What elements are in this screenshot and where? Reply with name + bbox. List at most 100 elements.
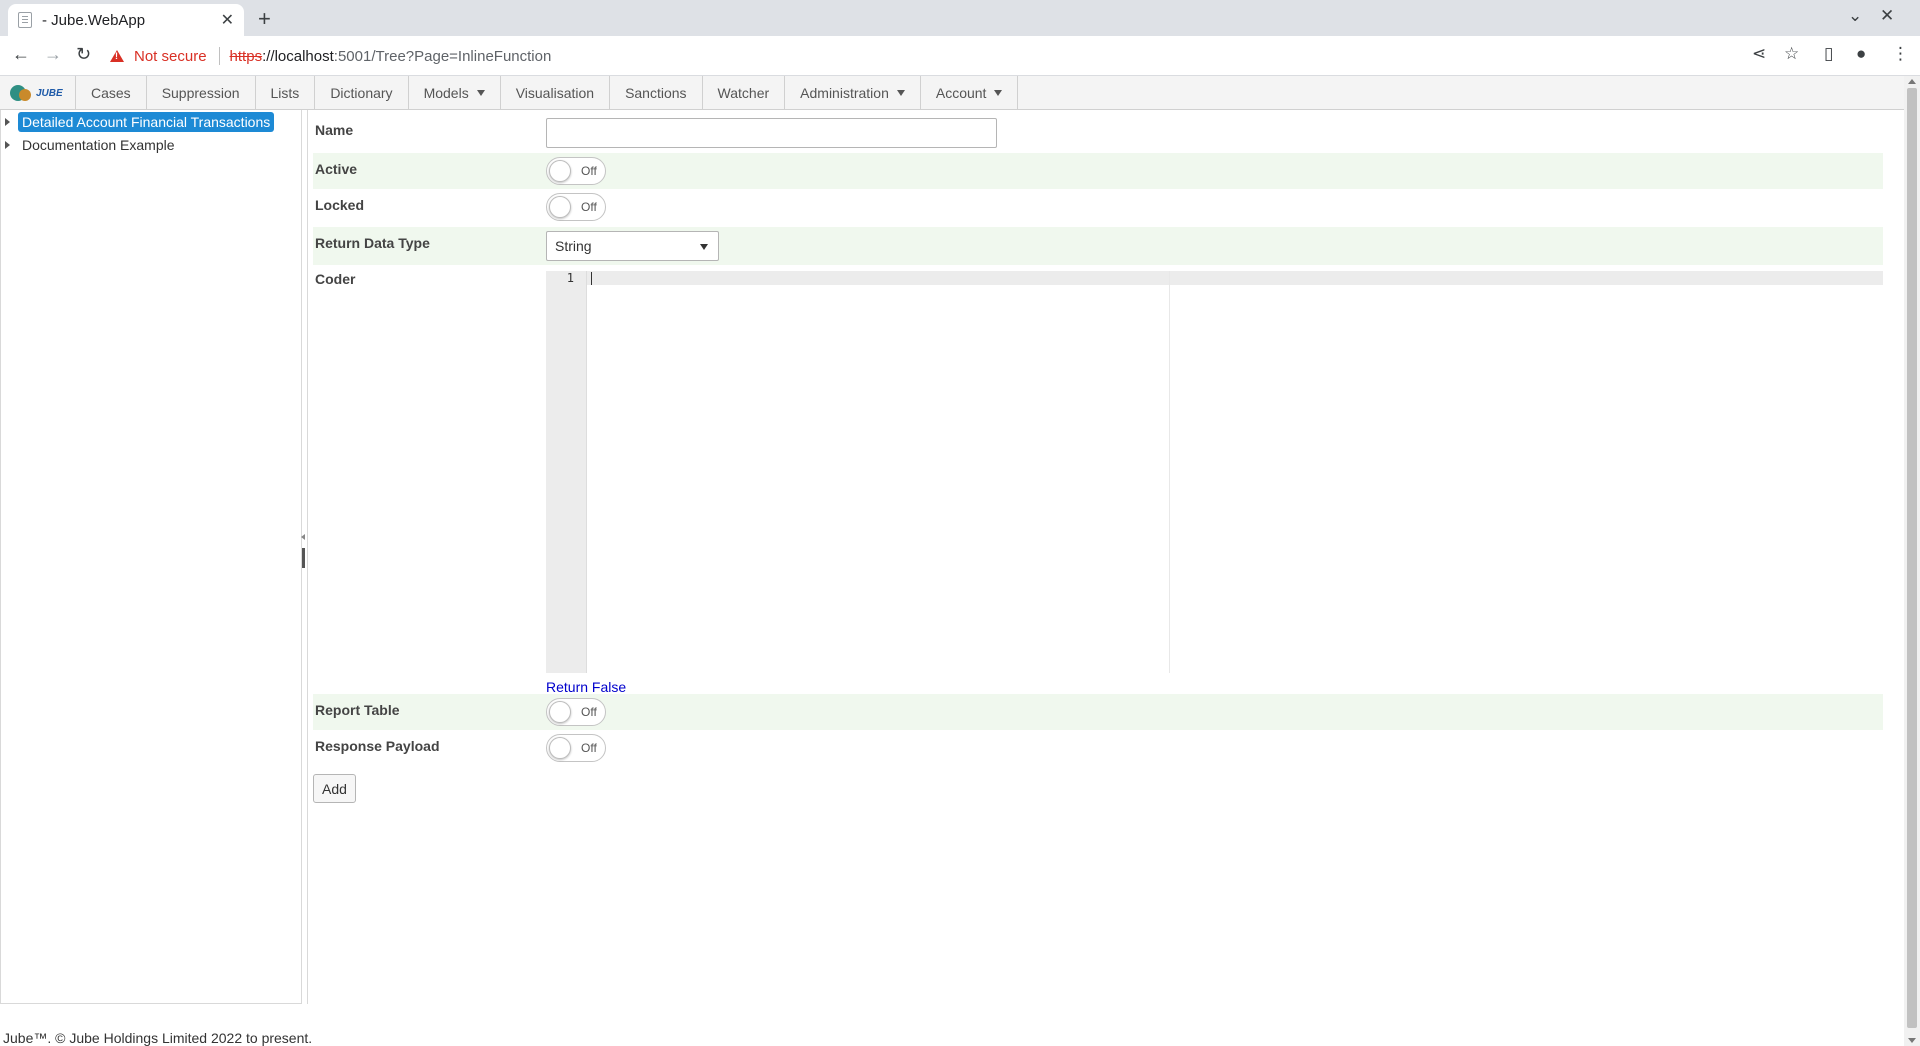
active-line-highlight: [587, 271, 1883, 285]
scrollbar-thumb[interactable]: [1907, 88, 1917, 1028]
active-row: Active Off: [313, 153, 1883, 189]
forward-arrow-icon[interactable]: →: [44, 44, 62, 65]
jube-logo-wordmark: JUBE: [36, 87, 63, 99]
nav-cases-label: Cases: [91, 85, 131, 101]
profile-avatar-icon[interactable]: ●: [1856, 44, 1866, 64]
collapse-arrow-icon[interactable]: [301, 534, 305, 540]
active-label: Active: [315, 161, 358, 177]
scroll-up-arrow-icon[interactable]: [1908, 79, 1916, 84]
omnibox-divider: [218, 47, 220, 65]
new-tab-icon[interactable]: +: [258, 6, 271, 32]
url-scheme: https: [229, 47, 263, 65]
close-tab-icon[interactable]: ✕: [221, 10, 234, 30]
bookmark-star-icon[interactable]: ☆: [1784, 44, 1799, 64]
nav-dictionary[interactable]: Dictionary: [315, 76, 409, 110]
nav-administration[interactable]: Administration: [785, 76, 921, 110]
nav-lists-label: Lists: [270, 85, 300, 101]
side-panel-icon[interactable]: ▯: [1824, 44, 1833, 64]
active-toggle[interactable]: Off: [546, 157, 606, 185]
nav-suppression[interactable]: Suppression: [147, 76, 256, 110]
return-type-value: String: [555, 238, 592, 254]
back-arrow-icon[interactable]: ←: [12, 44, 30, 65]
report-table-toggle[interactable]: Off: [546, 698, 606, 726]
toggle-state: Off: [581, 200, 597, 214]
report-table-label: Report Table: [315, 702, 400, 718]
toggle-knob: [549, 160, 571, 182]
window-close-icon[interactable]: ✕: [1880, 6, 1894, 26]
nav-visualisation[interactable]: Visualisation: [501, 76, 611, 110]
toggle-knob: [549, 737, 571, 759]
response-payload-row: Response Payload Off: [313, 730, 1883, 766]
browser-tab[interactable]: - Jube.WebApp ✕: [8, 4, 244, 36]
nav-sanctions[interactable]: Sanctions: [610, 76, 703, 110]
address-bar[interactable]: Not secure https ://localhost :5001/Tree…: [110, 40, 1800, 72]
locked-toggle[interactable]: Off: [546, 193, 606, 221]
tree-node[interactable]: Documentation Example: [5, 135, 179, 155]
caret-down-icon: [476, 90, 485, 96]
editor-gutter: 1: [546, 271, 587, 673]
footer-copyright: Jube™. © Jube Holdings Limited 2022 to p…: [3, 1030, 313, 1046]
nav-sanctions-label: Sanctions: [625, 85, 687, 101]
name-label: Name: [315, 122, 354, 138]
nav-watcher-label: Watcher: [717, 85, 770, 101]
nav-cases[interactable]: Cases: [76, 76, 147, 110]
share-icon[interactable]: ⋖: [1752, 44, 1766, 64]
response-payload-toggle[interactable]: Off: [546, 734, 606, 762]
expand-arrow-icon[interactable]: [5, 141, 10, 149]
nav-models[interactable]: Models: [409, 76, 501, 110]
reload-icon[interactable]: ↻: [76, 44, 91, 65]
scroll-down-arrow-icon[interactable]: [1908, 1038, 1916, 1043]
caret-down-icon: [994, 90, 1003, 96]
tree-node-label[interactable]: Detailed Account Financial Transactions: [18, 112, 275, 132]
browser-toolbar: ← → ↻ Not secure https ://localhost :500…: [0, 36, 1920, 76]
text-cursor: [591, 272, 592, 285]
page-scrollbar[interactable]: [1904, 76, 1920, 1046]
locked-label: Locked: [315, 197, 365, 213]
splitter-handle[interactable]: [302, 548, 305, 568]
nav-suppression-label: Suppression: [161, 85, 240, 101]
tree-node[interactable]: Detailed Account Financial Transactions: [5, 112, 275, 132]
name-input[interactable]: [546, 118, 997, 148]
url-host: ://localhost: [262, 47, 334, 65]
line-number: 1: [566, 271, 574, 285]
toggle-knob: [549, 701, 571, 723]
entity-tree-panel: Detailed Account Financial Transactions …: [0, 110, 302, 1004]
toggle-state: Off: [581, 705, 597, 719]
tree-node-label[interactable]: Documentation Example: [18, 135, 179, 155]
nav-account-label: Account: [935, 85, 987, 101]
jube-logo-icon: [10, 83, 34, 103]
return-type-select[interactable]: String: [546, 231, 719, 261]
browser-tab-bar: - Jube.WebApp ✕ + ⌄ ✕: [0, 0, 1920, 36]
return-false-link[interactable]: Return False: [546, 679, 626, 695]
add-button[interactable]: Add: [313, 774, 356, 803]
nav-models-label: Models: [423, 85, 469, 101]
chevron-down-icon[interactable]: ⌄: [1848, 6, 1862, 26]
app-navbar: JUBE Cases Suppression Lists Dictionary …: [0, 76, 1904, 110]
not-secure-label[interactable]: Not secure: [134, 48, 207, 65]
response-payload-label: Response Payload: [315, 738, 440, 754]
print-margin: [1169, 271, 1170, 673]
coder-label: Coder: [315, 271, 356, 287]
expand-arrow-icon[interactable]: [5, 118, 10, 126]
toggle-knob: [549, 196, 571, 218]
toggle-state: Off: [581, 741, 597, 755]
page-favicon-icon: [18, 12, 32, 28]
name-row: Name: [313, 110, 1883, 150]
report-table-row: Report Table Off: [313, 694, 1883, 730]
nav-administration-label: Administration: [800, 85, 889, 101]
warning-icon: [110, 50, 124, 62]
nav-account[interactable]: Account: [921, 76, 1019, 110]
caret-down-icon: [896, 90, 905, 96]
nav-visualisation-label: Visualisation: [515, 85, 595, 101]
return-type-label: Return Data Type: [315, 235, 430, 251]
code-editor[interactable]: 1: [546, 271, 1883, 673]
nav-watcher[interactable]: Watcher: [703, 76, 786, 110]
tab-title: - Jube.WebApp: [42, 11, 146, 29]
return-type-row: Return Data Type String: [313, 227, 1883, 265]
jube-logo[interactable]: JUBE: [0, 76, 76, 110]
url-path: :5001/Tree?Page=InlineFunction: [333, 47, 552, 65]
caret-down-icon: [700, 244, 708, 250]
nav-lists[interactable]: Lists: [256, 76, 316, 110]
kebab-menu-icon[interactable]: ⋮: [1892, 44, 1909, 64]
locked-row: Locked Off: [313, 189, 1883, 225]
